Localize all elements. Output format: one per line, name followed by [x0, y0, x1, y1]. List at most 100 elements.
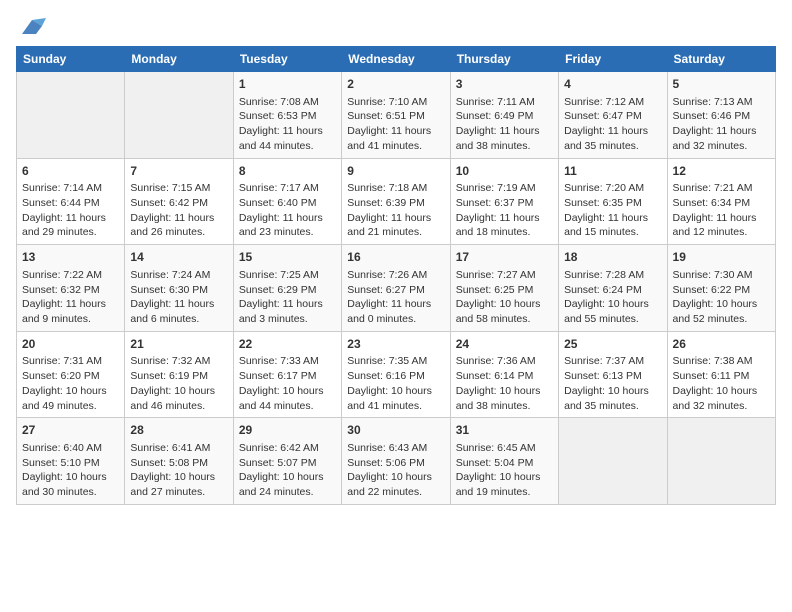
day-info: Sunrise: 6:43 AM Sunset: 5:06 PM Dayligh… [347, 441, 444, 500]
day-number: 19 [673, 249, 770, 266]
day-info: Sunrise: 7:10 AM Sunset: 6:51 PM Dayligh… [347, 95, 444, 154]
calendar-cell: 11Sunrise: 7:20 AM Sunset: 6:35 PM Dayli… [559, 158, 667, 245]
day-number: 6 [22, 163, 119, 180]
calendar-cell: 26Sunrise: 7:38 AM Sunset: 6:11 PM Dayli… [667, 331, 775, 418]
day-info: Sunrise: 7:37 AM Sunset: 6:13 PM Dayligh… [564, 354, 661, 413]
calendar-cell: 23Sunrise: 7:35 AM Sunset: 6:16 PM Dayli… [342, 331, 450, 418]
day-number: 2 [347, 76, 444, 93]
day-number: 24 [456, 336, 553, 353]
day-info: Sunrise: 7:36 AM Sunset: 6:14 PM Dayligh… [456, 354, 553, 413]
day-number: 5 [673, 76, 770, 93]
calendar-cell: 7Sunrise: 7:15 AM Sunset: 6:42 PM Daylig… [125, 158, 233, 245]
day-info: Sunrise: 7:18 AM Sunset: 6:39 PM Dayligh… [347, 181, 444, 240]
logo-bird-icon [18, 16, 46, 38]
day-number: 14 [130, 249, 227, 266]
calendar-cell: 5 Sunrise: 7:13 AM Sunset: 6:46 PM Daylig… [667, 72, 775, 159]
day-info: Sunrise: 7:13 AM Sunset: 6:46 PM Dayligh… [673, 95, 770, 154]
day-info: Sunrise: 7:26 AM Sunset: 6:27 PM Dayligh… [347, 268, 444, 327]
calendar-cell: 12Sunrise: 7:21 AM Sunset: 6:34 PM Dayli… [667, 158, 775, 245]
day-number: 16 [347, 249, 444, 266]
day-info: Sunrise: 7:12 AM Sunset: 6:47 PM Dayligh… [564, 95, 661, 154]
calendar-cell: 29 Sunrise: 6:42 AM Sunset: 5:07 PM Dayli… [233, 418, 341, 505]
calendar-cell: 30 Sunrise: 6:43 AM Sunset: 5:06 PM Dayli… [342, 418, 450, 505]
day-info: Sunrise: 7:27 AM Sunset: 6:25 PM Dayligh… [456, 268, 553, 327]
day-number: 15 [239, 249, 336, 266]
day-info: Sunrise: 6:45 AM Sunset: 5:04 PM Dayligh… [456, 441, 553, 500]
day-info: Sunrise: 7:15 AM Sunset: 6:42 PM Dayligh… [130, 181, 227, 240]
day-info: Sunrise: 7:08 AM Sunset: 6:53 PM Dayligh… [239, 95, 336, 154]
day-info: Sunrise: 7:35 AM Sunset: 6:16 PM Dayligh… [347, 354, 444, 413]
day-number: 13 [22, 249, 119, 266]
day-number: 17 [456, 249, 553, 266]
day-info: Sunrise: 7:28 AM Sunset: 6:24 PM Dayligh… [564, 268, 661, 327]
calendar-cell: 28 Sunrise: 6:41 AM Sunset: 5:08 PM Dayli… [125, 418, 233, 505]
day-number: 11 [564, 163, 661, 180]
day-number: 26 [673, 336, 770, 353]
calendar-cell: 1 Sunrise: 7:08 AM Sunset: 6:53 PM Daylig… [233, 72, 341, 159]
day-of-week-header: Sunday [17, 47, 125, 72]
day-info: Sunrise: 7:32 AM Sunset: 6:19 PM Dayligh… [130, 354, 227, 413]
day-of-week-header: Monday [125, 47, 233, 72]
day-number: 20 [22, 336, 119, 353]
page-header [16, 16, 776, 38]
day-number: 30 [347, 422, 444, 439]
calendar-cell [667, 418, 775, 505]
day-info: Sunrise: 7:24 AM Sunset: 6:30 PM Dayligh… [130, 268, 227, 327]
day-number: 29 [239, 422, 336, 439]
day-number: 8 [239, 163, 336, 180]
calendar-cell: 6Sunrise: 7:14 AM Sunset: 6:44 PM Daylig… [17, 158, 125, 245]
calendar-table: SundayMondayTuesdayWednesdayThursdayFrid… [16, 46, 776, 505]
day-info: Sunrise: 7:14 AM Sunset: 6:44 PM Dayligh… [22, 181, 119, 240]
calendar-cell [17, 72, 125, 159]
day-info: Sunrise: 7:20 AM Sunset: 6:35 PM Dayligh… [564, 181, 661, 240]
calendar-cell: 19 Sunrise: 7:30 AM Sunset: 6:22 PM Dayli… [667, 245, 775, 332]
day-info: Sunrise: 6:42 AM Sunset: 5:07 PM Dayligh… [239, 441, 336, 500]
day-number: 1 [239, 76, 336, 93]
day-info: Sunrise: 6:40 AM Sunset: 5:10 PM Dayligh… [22, 441, 119, 500]
day-number: 25 [564, 336, 661, 353]
calendar-cell: 25Sunrise: 7:37 AM Sunset: 6:13 PM Dayli… [559, 331, 667, 418]
day-info: Sunrise: 7:25 AM Sunset: 6:29 PM Dayligh… [239, 268, 336, 327]
calendar-cell: 2 Sunrise: 7:10 AM Sunset: 6:51 PM Daylig… [342, 72, 450, 159]
day-info: Sunrise: 7:17 AM Sunset: 6:40 PM Dayligh… [239, 181, 336, 240]
day-info: Sunrise: 7:11 AM Sunset: 6:49 PM Dayligh… [456, 95, 553, 154]
calendar-cell: 21Sunrise: 7:32 AM Sunset: 6:19 PM Dayli… [125, 331, 233, 418]
calendar-cell [559, 418, 667, 505]
calendar-cell: 22Sunrise: 7:33 AM Sunset: 6:17 PM Dayli… [233, 331, 341, 418]
calendar-cell: 31Sunrise: 6:45 AM Sunset: 5:04 PM Dayli… [450, 418, 558, 505]
day-number: 27 [22, 422, 119, 439]
calendar-cell: 4 Sunrise: 7:12 AM Sunset: 6:47 PM Daylig… [559, 72, 667, 159]
calendar-cell: 18 Sunrise: 7:28 AM Sunset: 6:24 PM Dayli… [559, 245, 667, 332]
calendar-cell: 20Sunrise: 7:31 AM Sunset: 6:20 PM Dayli… [17, 331, 125, 418]
day-of-week-header: Saturday [667, 47, 775, 72]
calendar-cell: 16 Sunrise: 7:26 AM Sunset: 6:27 PM Dayli… [342, 245, 450, 332]
calendar-cell: 24Sunrise: 7:36 AM Sunset: 6:14 PM Dayli… [450, 331, 558, 418]
calendar-cell: 8Sunrise: 7:17 AM Sunset: 6:40 PM Daylig… [233, 158, 341, 245]
day-number: 9 [347, 163, 444, 180]
day-info: Sunrise: 7:31 AM Sunset: 6:20 PM Dayligh… [22, 354, 119, 413]
day-number: 28 [130, 422, 227, 439]
day-of-week-header: Wednesday [342, 47, 450, 72]
day-number: 10 [456, 163, 553, 180]
calendar-cell: 27 Sunrise: 6:40 AM Sunset: 5:10 PM Dayli… [17, 418, 125, 505]
day-number: 22 [239, 336, 336, 353]
day-info: Sunrise: 7:21 AM Sunset: 6:34 PM Dayligh… [673, 181, 770, 240]
logo [16, 16, 46, 38]
day-of-week-header: Tuesday [233, 47, 341, 72]
day-number: 23 [347, 336, 444, 353]
calendar-cell: 10Sunrise: 7:19 AM Sunset: 6:37 PM Dayli… [450, 158, 558, 245]
calendar-cell: 3 Sunrise: 7:11 AM Sunset: 6:49 PM Daylig… [450, 72, 558, 159]
day-info: Sunrise: 7:30 AM Sunset: 6:22 PM Dayligh… [673, 268, 770, 327]
day-number: 21 [130, 336, 227, 353]
calendar-cell: 13Sunrise: 7:22 AM Sunset: 6:32 PM Dayli… [17, 245, 125, 332]
day-number: 4 [564, 76, 661, 93]
calendar-cell [125, 72, 233, 159]
day-number: 7 [130, 163, 227, 180]
day-info: Sunrise: 6:41 AM Sunset: 5:08 PM Dayligh… [130, 441, 227, 500]
calendar-cell: 9Sunrise: 7:18 AM Sunset: 6:39 PM Daylig… [342, 158, 450, 245]
calendar-cell: 15 Sunrise: 7:25 AM Sunset: 6:29 PM Dayli… [233, 245, 341, 332]
day-of-week-header: Thursday [450, 47, 558, 72]
calendar-cell: 14 Sunrise: 7:24 AM Sunset: 6:30 PM Dayli… [125, 245, 233, 332]
day-number: 18 [564, 249, 661, 266]
day-number: 3 [456, 76, 553, 93]
